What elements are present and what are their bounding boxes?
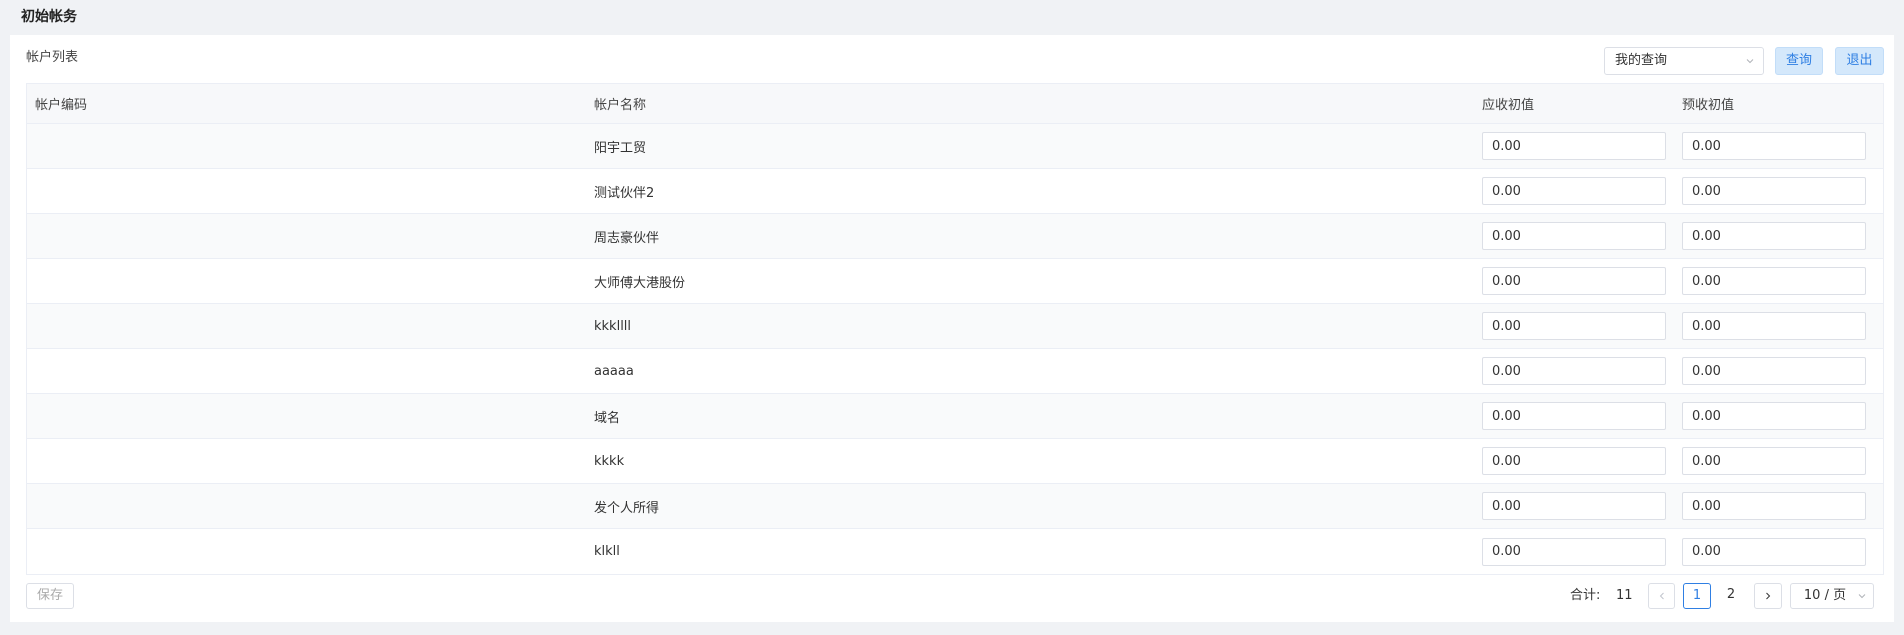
chevron-down-icon — [1746, 57, 1754, 65]
header-prepaid-initial: 预收初值 — [1682, 98, 1735, 113]
save-button[interactable]: 保存 — [26, 583, 74, 609]
table-row: kkkk — [27, 439, 1883, 484]
table-row: 域名 — [27, 394, 1883, 439]
page-1-button[interactable]: 1 — [1683, 583, 1711, 609]
header-account-code: 帐户编码 — [35, 98, 88, 113]
next-page-button[interactable] — [1754, 583, 1782, 609]
table-row: aaaaa — [27, 349, 1883, 394]
table-row: kkkllll — [27, 304, 1883, 349]
receivable-cell — [1482, 529, 1666, 574]
prepaid-cell — [1682, 349, 1866, 393]
account-name-cell: 域名 — [594, 410, 621, 426]
table-row: klkll — [27, 529, 1883, 574]
prepaid-cell — [1682, 214, 1866, 258]
receivable-cell — [1482, 394, 1666, 438]
query-button[interactable]: 查询 — [1775, 47, 1823, 75]
receivable-cell — [1482, 214, 1666, 258]
header-account-name: 帐户名称 — [594, 98, 647, 113]
page-size-value: 10 / 页 — [1803, 588, 1847, 603]
table-row: 周志豪伙伴 — [27, 214, 1883, 259]
account-name-cell: kkkk — [594, 453, 625, 469]
receivable-cell — [1482, 439, 1666, 483]
prepaid-input[interactable] — [1682, 537, 1866, 566]
receivable-input[interactable] — [1482, 537, 1666, 566]
prev-page-button[interactable] — [1648, 583, 1675, 609]
prepaid-input[interactable] — [1682, 222, 1866, 250]
table-body: 阳宇工贸测试伙伴2 周志豪伙伴大师傅大港股份 kkkllll aaaaa 域名 kkkk 发… — [27, 124, 1883, 574]
chevron-left-icon — [1658, 592, 1666, 600]
receivable-input[interactable] — [1482, 402, 1666, 430]
account-name-cell: 测试伙伴2 — [594, 185, 655, 201]
receivable-cell — [1482, 349, 1666, 393]
saved-query-select[interactable]: 我的查询 — [1604, 47, 1764, 75]
account-name-cell: 周志豪伙伴 — [594, 230, 660, 246]
chevron-right-icon — [1764, 592, 1772, 600]
account-name-cell: kkkllll — [594, 318, 632, 334]
saved-query-value: 我的查询 — [1615, 53, 1668, 68]
exit-button[interactable]: 退出 — [1835, 47, 1884, 75]
page-size-select[interactable]: 10 / 页 — [1790, 583, 1874, 609]
account-name-cell: 发个人所得 — [594, 500, 660, 516]
receivable-cell — [1482, 124, 1666, 168]
receivable-input[interactable] — [1482, 222, 1666, 250]
receivable-input[interactable] — [1482, 177, 1666, 205]
prepaid-cell — [1682, 124, 1866, 168]
header-receivable-initial: 应收初值 — [1482, 98, 1535, 113]
prepaid-input[interactable] — [1682, 177, 1866, 205]
table-header: 帐户编码 帐户名称 应收初值 预收初值 — [27, 84, 1883, 124]
total-label: 合计: — [1570, 588, 1601, 603]
prepaid-input[interactable] — [1682, 447, 1866, 475]
receivable-input[interactable] — [1482, 312, 1666, 340]
prepaid-cell — [1682, 484, 1866, 528]
receivable-input[interactable] — [1482, 267, 1666, 295]
account-name-cell: aaaaa — [594, 363, 634, 379]
prepaid-input[interactable] — [1682, 312, 1866, 340]
account-name-cell: 大师傅大港股份 — [594, 275, 686, 291]
prepaid-cell — [1682, 169, 1866, 213]
prepaid-cell — [1682, 259, 1866, 303]
prepaid-cell — [1682, 304, 1866, 348]
total-count: 11 — [1616, 588, 1633, 603]
page-title: 初始帐务 — [21, 9, 77, 25]
list-title: 帐户列表 — [26, 50, 79, 65]
page-2-button[interactable]: 2 — [1717, 583, 1745, 609]
table-row: 阳宇工贸 — [27, 124, 1883, 169]
receivable-cell — [1482, 259, 1666, 303]
account-table: 帐户编码 帐户名称 应收初值 预收初值 阳宇工贸测试伙伴2 周志豪伙伴大师傅大港股… — [26, 83, 1884, 575]
account-name-cell: klkll — [594, 544, 620, 559]
table-row: 发个人所得 — [27, 484, 1883, 529]
receivable-cell — [1482, 484, 1666, 528]
receivable-input[interactable] — [1482, 357, 1666, 385]
prepaid-input[interactable] — [1682, 132, 1866, 160]
prepaid-cell — [1682, 439, 1866, 483]
account-name-cell: 阳宇工贸 — [594, 140, 647, 156]
table-row: 大师傅大港股份 — [27, 259, 1883, 304]
receivable-input[interactable] — [1482, 132, 1666, 160]
receivable-input[interactable] — [1482, 447, 1666, 475]
table-row: 测试伙伴2 — [27, 169, 1883, 214]
receivable-cell — [1482, 304, 1666, 348]
prepaid-input[interactable] — [1682, 492, 1866, 520]
receivable-cell — [1482, 169, 1666, 213]
prepaid-input[interactable] — [1682, 357, 1866, 385]
prepaid-input[interactable] — [1682, 402, 1866, 430]
receivable-input[interactable] — [1482, 492, 1666, 520]
main-panel: 帐户列表 我的查询 查询 退出 帐户编码 帐户名称 应收初值 预收初值 阳宇工贸… — [10, 35, 1894, 622]
prepaid-input[interactable] — [1682, 267, 1866, 295]
chevron-down-icon — [1858, 592, 1866, 600]
prepaid-cell — [1682, 394, 1866, 438]
prepaid-cell — [1682, 529, 1866, 574]
